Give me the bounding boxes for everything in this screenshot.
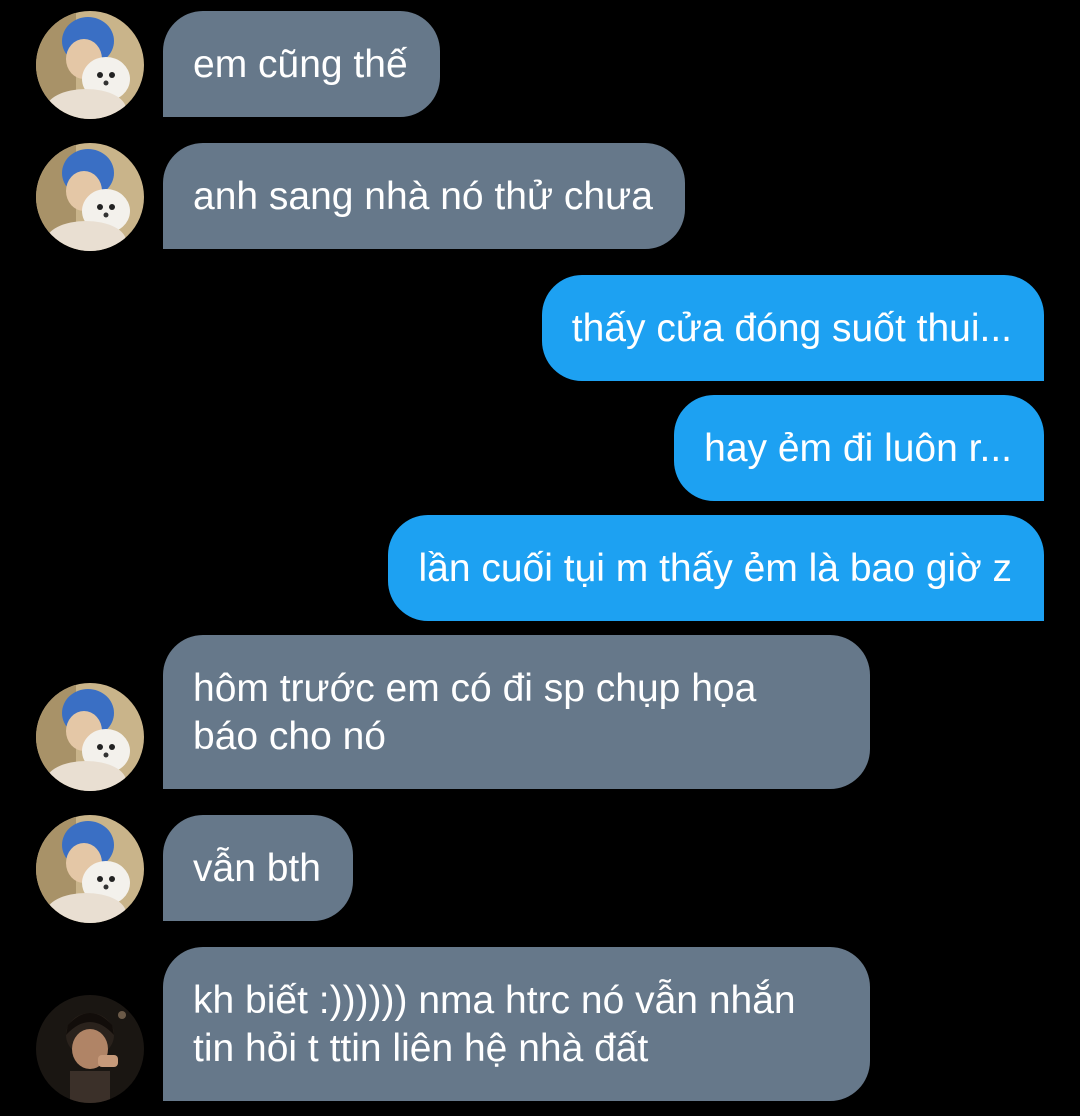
received-message-bubble[interactable]: em cũng thế: [163, 11, 440, 117]
user-a-avatar-icon: [36, 815, 144, 923]
received-message-bubble[interactable]: kh biết :)))))) nma htrc nó vẫn nhắn tin…: [163, 947, 870, 1101]
avatar[interactable]: [36, 143, 144, 251]
sent-message-bubble[interactable]: hay ẻm đi luôn r...: [674, 395, 1044, 501]
avatar[interactable]: [36, 683, 144, 791]
user-a-avatar-icon: [36, 143, 144, 251]
received-message-bubble[interactable]: vẫn bth: [163, 815, 353, 921]
user-a-avatar-icon: [36, 683, 144, 791]
user-a-avatar-icon: [36, 11, 144, 119]
received-message-bubble[interactable]: anh sang nhà nó thử chưa: [163, 143, 685, 249]
sent-message-bubble[interactable]: thấy cửa đóng suốt thui...: [541, 275, 1044, 381]
avatar[interactable]: [36, 995, 144, 1103]
received-message-bubble[interactable]: hôm trước em có đi sp chụp họa báo cho n…: [163, 635, 870, 789]
sent-message-bubble[interactable]: lần cuối tụi m thấy ẻm là bao giờ z: [388, 515, 1044, 621]
avatar[interactable]: [36, 11, 144, 119]
avatar[interactable]: [36, 815, 144, 923]
user-b-avatar-icon: [36, 995, 144, 1103]
